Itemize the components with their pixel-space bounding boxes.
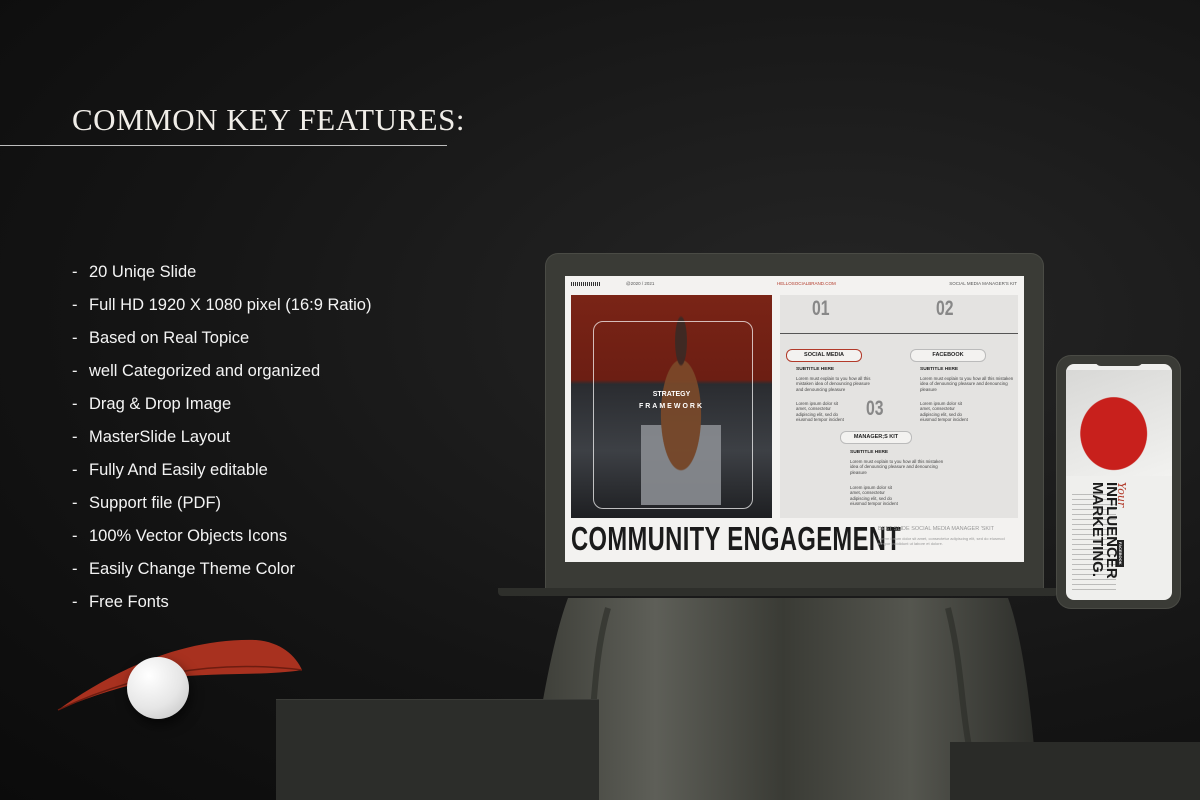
phone-screen-slide: INFLUENCER MARKETING. Your FACEBOOK bbox=[1066, 364, 1172, 600]
feature-item: - MasterSlide Layout bbox=[72, 428, 231, 446]
number-03: 03 bbox=[866, 397, 884, 420]
photo-text-framework: FRAMEWORK bbox=[638, 403, 705, 410]
laptop-base bbox=[498, 588, 1058, 596]
pill-social-media: SOCIAL MEDIA bbox=[786, 349, 862, 362]
feature-item: - Fully And Easily editable bbox=[72, 461, 268, 479]
subtitle-2: SUBTITLE HERE bbox=[920, 367, 959, 372]
feature-item: - well Categorized and organized bbox=[72, 362, 321, 380]
feature-item: -100% Vector Objects Icons bbox=[72, 527, 288, 545]
subtitle-3: SUBTITLE HERE bbox=[850, 450, 889, 455]
slide-email: HELLOSOCIALBRAND.COM bbox=[777, 281, 836, 286]
body-1a: Lorem must explain to you how all this m… bbox=[796, 376, 871, 392]
body-3a: Lorem must explain to you how all this m… bbox=[850, 459, 944, 475]
slide-topbar: @2020 / 2021 HELLOSOCIALBRAND.COM SOCIAL… bbox=[571, 280, 1017, 290]
feature-item: - Drag & Drop Image bbox=[72, 395, 232, 413]
body-2b: Lorem ipsum dolor sit amet, consectetur … bbox=[920, 401, 968, 423]
right-display-box bbox=[950, 742, 1200, 800]
feature-item: - Full HD 1920 X 1080 pixel (16:9 Ratio) bbox=[72, 296, 372, 314]
laptop-screen-slide: @2020 / 2021 HELLOSOCIALBRAND.COM SOCIAL… bbox=[565, 276, 1024, 562]
pill-managers-kit: MANAGER;S KIT bbox=[840, 431, 912, 444]
photo-text-strategy: STRATEGY bbox=[652, 391, 691, 398]
body-2a: Lorem must explain to you how all this m… bbox=[920, 376, 1014, 392]
slide-info-panel: 01 02 SOCIAL MEDIA FACEBOOK SUBTITLE HER… bbox=[780, 295, 1018, 518]
slide-best-label: BEST SLIDE SOCIAL MEDIA MANAGER 'SKIT bbox=[878, 526, 994, 532]
feature-item: - Easily Change Theme Color bbox=[72, 560, 296, 578]
left-display-box bbox=[276, 699, 599, 800]
phone-title: INFLUENCER MARKETING. bbox=[1066, 482, 1120, 600]
phone-photo bbox=[1066, 370, 1172, 476]
feature-item: - Based on Real Topice bbox=[72, 329, 250, 347]
body-1b: Lorem ipsum dolor sit amet, consectetur … bbox=[796, 401, 844, 423]
feature-item: -20 Uniqe Slide bbox=[72, 263, 197, 281]
slide-photo: STRATEGY FRAMEWORK bbox=[571, 295, 772, 518]
phone-title-line-2: MARKETING. bbox=[1089, 482, 1106, 577]
page-heading: COMMON KEY FEATURES: bbox=[72, 102, 465, 137]
heading-divider bbox=[0, 145, 447, 146]
feature-item: - Free Fonts bbox=[72, 593, 169, 611]
features-list: -20 Uniqe Slide - Full HD 1920 X 1080 pix… bbox=[72, 262, 371, 625]
number-02: 02 bbox=[936, 297, 954, 320]
pill-facebook: FACEBOOK bbox=[910, 349, 986, 362]
subtitle-1: SUBTITLE HERE bbox=[796, 367, 835, 372]
slide-title: COMMUNITY ENGAGEMENT bbox=[571, 520, 902, 557]
white-sphere-decoration bbox=[127, 657, 189, 719]
phone-notch bbox=[1095, 360, 1143, 366]
phone-label: FACEBOOK bbox=[1117, 540, 1124, 567]
panel-divider bbox=[780, 333, 1018, 334]
body-3b: Lorem ipsum dolor sit amet, consectetur … bbox=[850, 485, 898, 507]
photo-frame bbox=[593, 321, 753, 509]
slide-best-text: Lorem ipsum dolor sit amet, consectetur … bbox=[878, 536, 1005, 546]
number-01: 01 bbox=[812, 297, 830, 320]
feature-item: - Support file (PDF) bbox=[72, 494, 222, 512]
barcode-icon bbox=[571, 282, 601, 286]
slide-date: @2020 / 2021 bbox=[626, 281, 655, 286]
phone-script-text: Your bbox=[1115, 482, 1128, 508]
slide-kit-label: SOCIAL MEDIA MANAGER'S KIT bbox=[949, 281, 1017, 286]
